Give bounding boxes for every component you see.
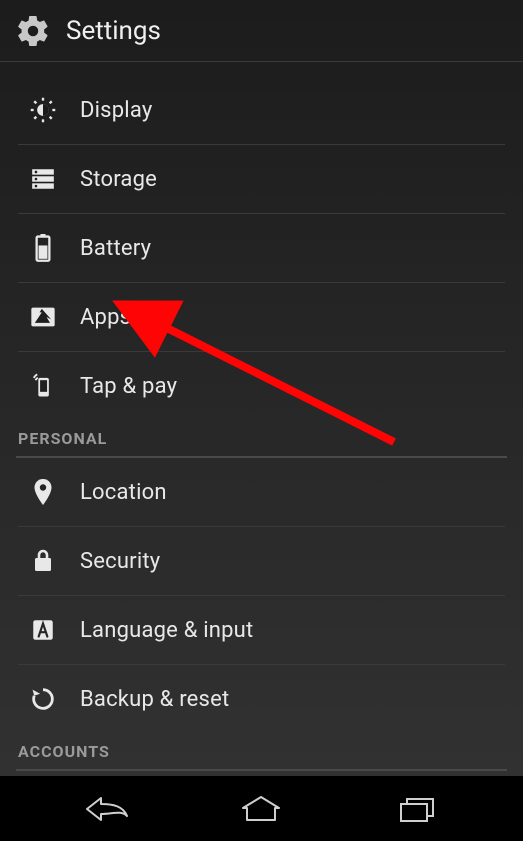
settings-item-apps[interactable]: Apps: [0, 283, 523, 351]
settings-item-backup[interactable]: Backup & reset: [0, 665, 523, 733]
backup-icon: [28, 684, 58, 714]
app-header: Settings: [0, 0, 523, 62]
display-icon: [28, 95, 58, 125]
location-icon: [28, 477, 58, 507]
nav-home-button[interactable]: [221, 787, 301, 831]
settings-item-label: Language & input: [80, 618, 253, 643]
settings-item-label: Battery: [80, 236, 151, 261]
tap-pay-icon: [28, 371, 58, 401]
section-header-personal: PERSONAL: [0, 420, 523, 456]
settings-item-language[interactable]: Language & input: [0, 596, 523, 664]
settings-item-display[interactable]: Display: [0, 76, 523, 144]
home-icon: [239, 794, 283, 824]
settings-item-label: Tap & pay: [80, 374, 177, 399]
settings-item-battery[interactable]: Battery: [0, 214, 523, 282]
battery-icon: [28, 233, 58, 263]
gear-icon: [14, 12, 52, 50]
settings-item-storage[interactable]: Storage: [0, 145, 523, 213]
settings-item-label: Location: [80, 480, 167, 505]
settings-item-security[interactable]: Security: [0, 527, 523, 595]
settings-item-label: Storage: [80, 167, 157, 192]
settings-item-label: Security: [80, 549, 160, 574]
section-header-accounts: ACCOUNTS: [0, 733, 523, 769]
settings-screen: Settings: [0, 0, 523, 841]
section-divider: [16, 769, 507, 771]
apps-icon: [28, 302, 58, 332]
settings-item-tap-pay[interactable]: Tap & pay: [0, 352, 523, 420]
nav-back-button[interactable]: [67, 787, 147, 831]
settings-item-label: Display: [80, 98, 152, 123]
settings-item-label: Apps: [80, 305, 131, 330]
nav-bar: [0, 776, 523, 841]
nav-recent-button[interactable]: [376, 787, 456, 831]
recent-apps-icon: [395, 794, 437, 824]
storage-icon: [28, 164, 58, 194]
back-icon: [83, 794, 131, 824]
language-icon: [28, 615, 58, 645]
settings-list[interactable]: Display Storage: [0, 62, 523, 776]
settings-item-location[interactable]: Location: [0, 458, 523, 526]
page-title: Settings: [66, 16, 161, 46]
settings-item-label: Backup & reset: [80, 687, 229, 712]
lock-icon: [28, 546, 58, 576]
